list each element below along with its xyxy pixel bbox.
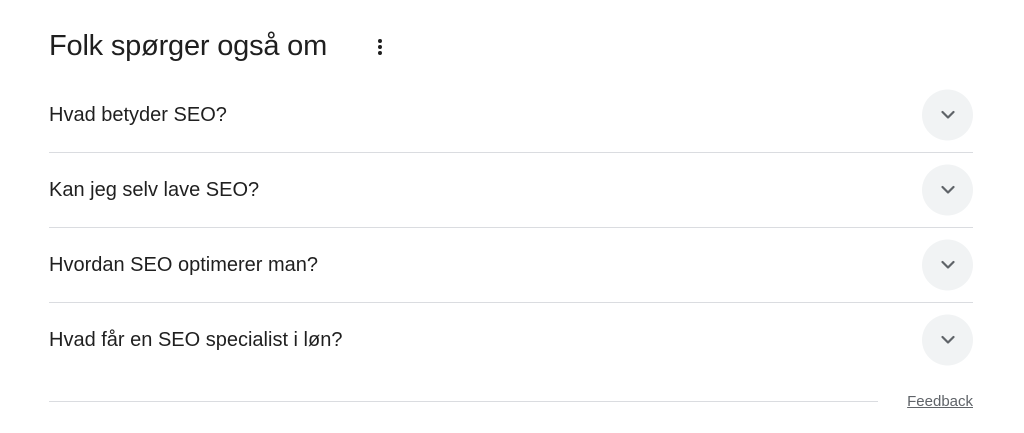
chevron-down-icon (940, 185, 955, 194)
chevron-down-icon (940, 335, 955, 344)
section-footer: Feedback (49, 389, 973, 419)
question-item[interactable]: Hvad får en SEO specialist i løn? (49, 303, 973, 377)
section-title: Folk spørger også om (49, 30, 328, 62)
more-options-button[interactable] (371, 34, 389, 60)
expand-button[interactable] (922, 89, 973, 141)
expand-button[interactable] (922, 164, 973, 216)
divider (49, 401, 878, 402)
chevron-down-icon (940, 110, 955, 119)
question-text: Kan jeg selv lave SEO? (49, 179, 260, 201)
people-also-ask-section: Folk spørger også om Hvad betyder SEO? K… (49, 0, 973, 419)
question-item[interactable]: Kan jeg selv lave SEO? (49, 153, 973, 228)
expand-button[interactable] (922, 239, 973, 291)
question-text: Hvordan SEO optimerer man? (49, 254, 319, 276)
section-header: Folk spørger også om (49, 0, 973, 78)
expand-button[interactable] (922, 314, 973, 366)
feedback-link[interactable]: Feedback (907, 392, 973, 412)
chevron-down-icon (940, 260, 955, 269)
question-item[interactable]: Hvordan SEO optimerer man? (49, 228, 973, 303)
question-item[interactable]: Hvad betyder SEO? (49, 78, 973, 153)
more-vert-icon (378, 39, 382, 55)
question-text: Hvad betyder SEO? (49, 104, 227, 126)
question-text: Hvad får en SEO specialist i løn? (49, 329, 343, 351)
